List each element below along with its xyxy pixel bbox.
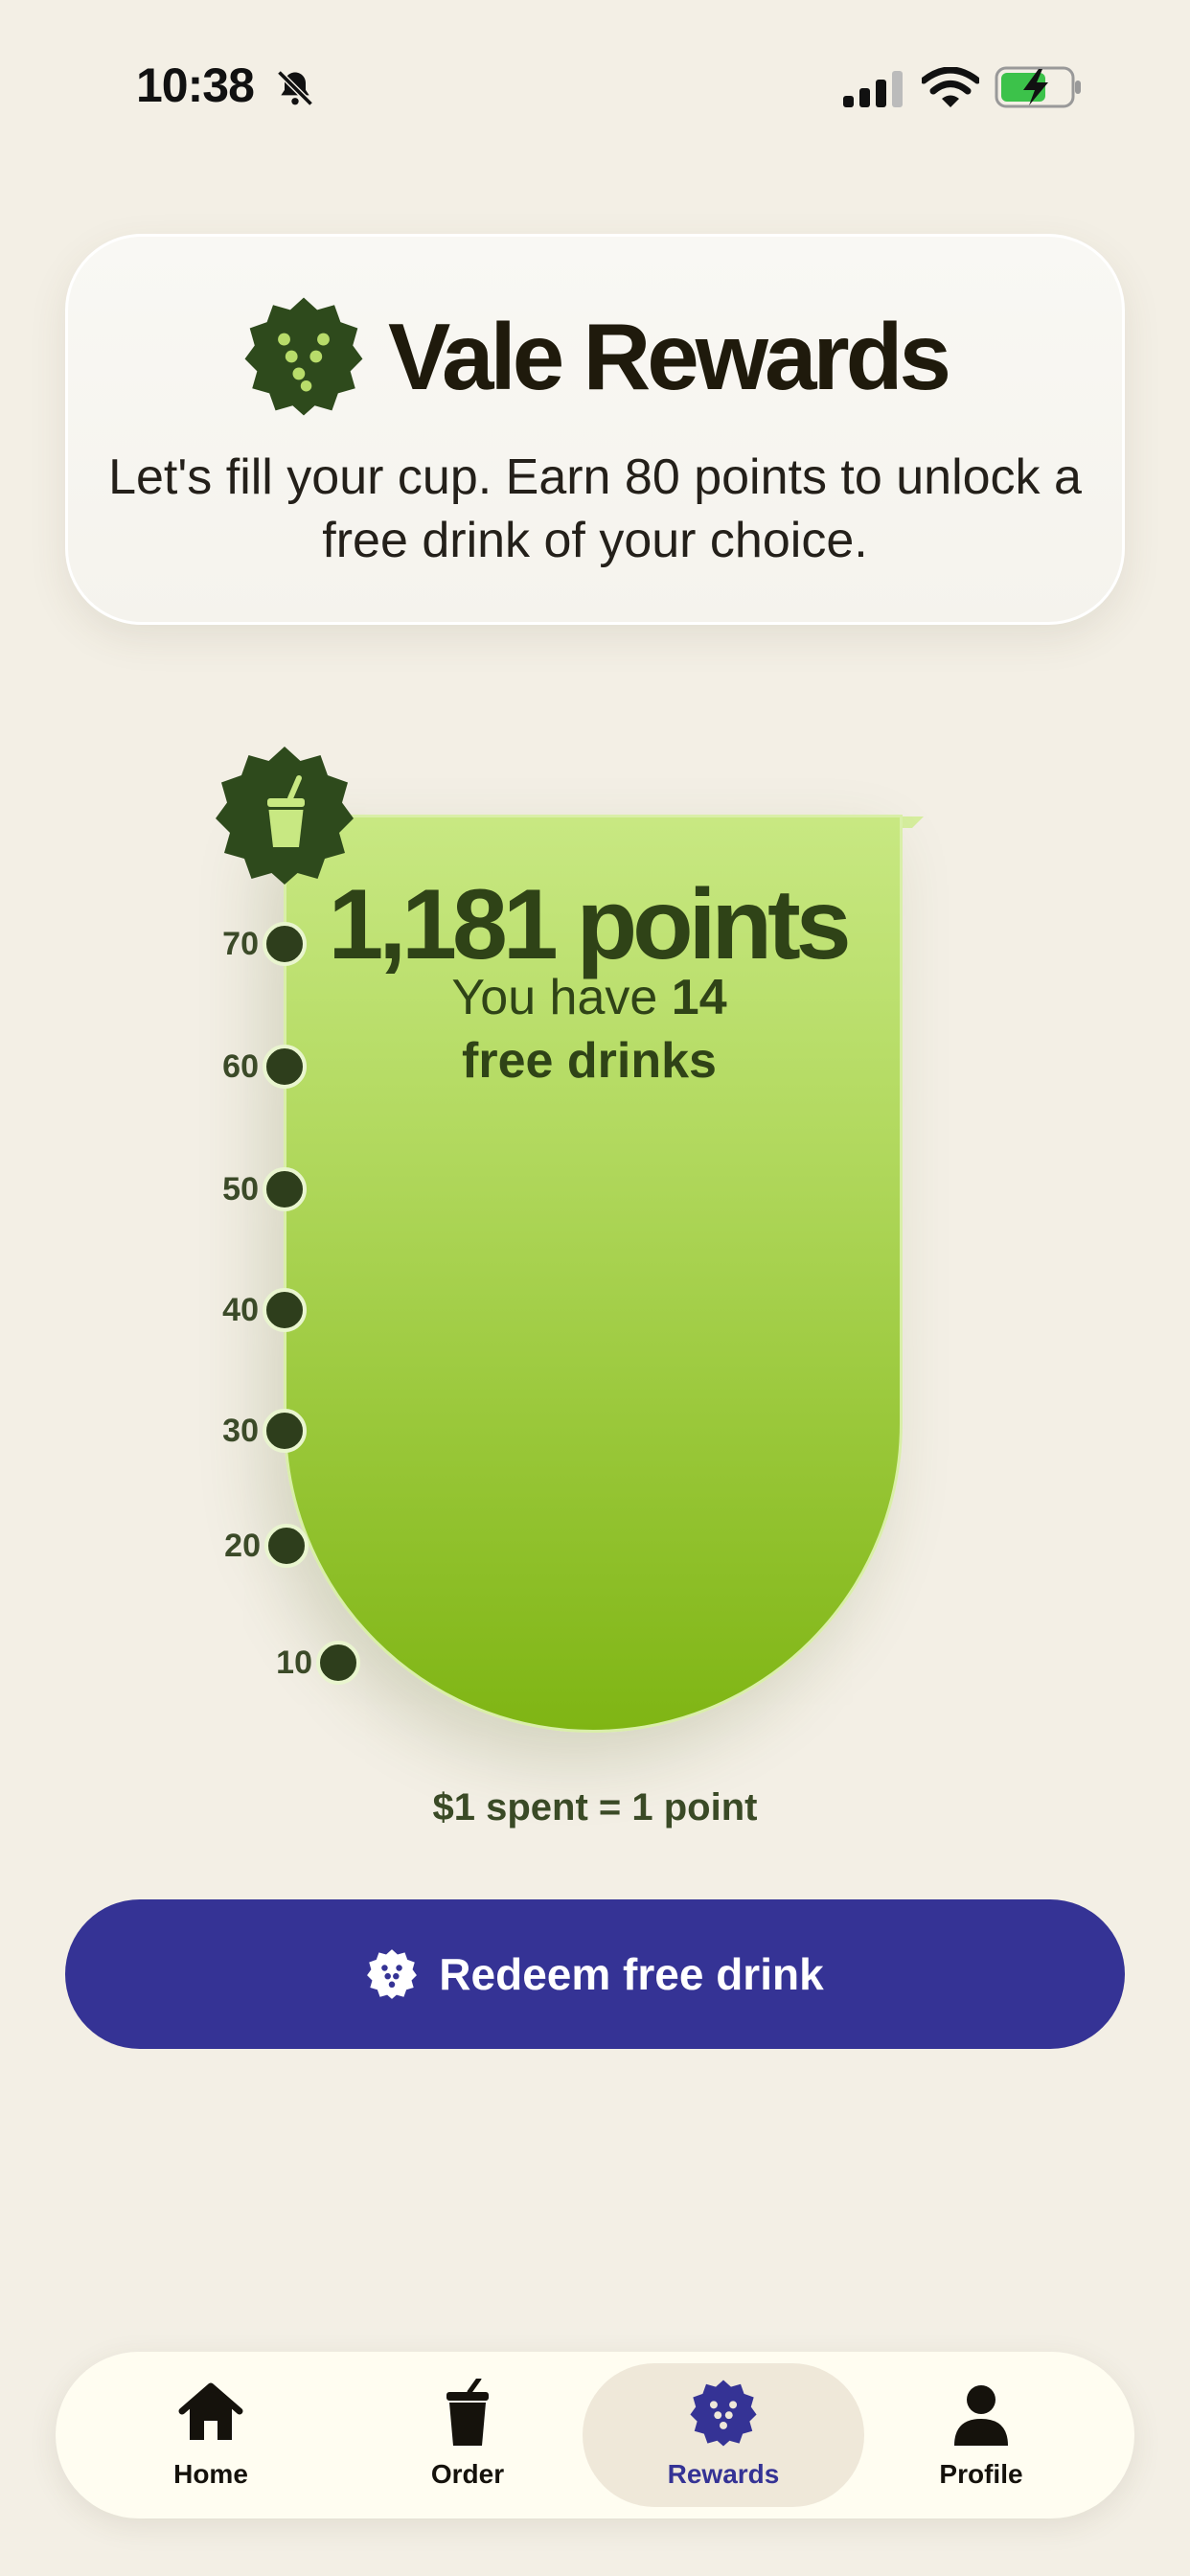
progress-tick: 40: [153, 1288, 307, 1334]
home-icon: [178, 2382, 243, 2440]
nav-label-order: Order: [430, 2459, 505, 2489]
free-drinks-count: 14: [671, 970, 727, 1025]
progress-tick-dot: [263, 922, 307, 966]
redeem-button-label: Redeem free drink: [439, 1949, 824, 1999]
nav-item-home[interactable]: Home: [77, 2352, 345, 2518]
rewards-cup-progress: 1,181 points You have 14 free drinks 70 6…: [0, 728, 1190, 1828]
status-time: 10:38: [136, 58, 255, 112]
earn-rule: $1 spent = 1 point: [432, 1786, 758, 1828]
drink-badge-icon: [216, 747, 354, 885]
progress-tick-dot: [263, 1288, 307, 1332]
free-drinks-prefix: You have: [451, 970, 658, 1025]
progress-tick-label: 60: [222, 1048, 259, 1085]
rewards-tagline: Let's fill your cup. Earn 80 points to u…: [108, 449, 1082, 568]
progress-tick-dot: [263, 1167, 307, 1211]
vale-logo-badge-icon: [244, 297, 363, 416]
person-icon: [954, 2385, 1008, 2446]
nav-label-profile: Profile: [939, 2459, 1023, 2489]
status-bar: 10:38: [0, 0, 1190, 172]
rewards-badge-icon: [367, 1949, 418, 1999]
brand-row: Vale Rewards: [68, 294, 1122, 419]
rewards-header-card: Vale Rewards Let's fill your cup. Earn 8…: [65, 234, 1125, 625]
battery-charging-icon: [995, 66, 1081, 108]
progress-tick: 30: [153, 1409, 307, 1455]
progress-tick-dot: [264, 1524, 309, 1568]
progress-tick-dot: [316, 1641, 360, 1685]
cup-icon: [446, 2379, 489, 2446]
rewards-title: Vale Rewards: [388, 303, 951, 409]
wifi-icon: [922, 67, 979, 107]
progress-tick-label: 50: [222, 1171, 259, 1208]
progress-tick: 50: [153, 1167, 307, 1213]
progress-tick-label: 30: [222, 1413, 259, 1449]
progress-tick: 20: [155, 1524, 309, 1570]
progress-tick-label: 20: [224, 1528, 261, 1564]
redeem-free-drink-button[interactable]: Redeem free drink: [65, 1899, 1125, 2049]
cellular-signal-icon: [843, 71, 903, 107]
progress-tick: 10: [207, 1641, 360, 1687]
nav-label-home: Home: [173, 2459, 248, 2489]
progress-tick-dot: [263, 1045, 307, 1089]
nav-item-profile[interactable]: Profile: [847, 2352, 1115, 2518]
bottom-nav: Home Order Rewards Profile: [56, 2352, 1134, 2518]
nav-item-order[interactable]: Order: [333, 2352, 602, 2518]
progress-tick-dot: [263, 1409, 307, 1453]
free-drinks-summary: You have 14 free drinks: [355, 966, 824, 1092]
progress-tick-label: 10: [276, 1644, 312, 1681]
nav-label-rewards: Rewards: [667, 2459, 780, 2489]
nav-item-rewards[interactable]: Rewards: [583, 2363, 864, 2507]
rewards-badge-icon: [690, 2380, 757, 2447]
bell-muted-icon: [277, 70, 313, 106]
progress-tick-label: 40: [222, 1292, 259, 1328]
progress-tick: 70: [153, 922, 307, 968]
free-drinks-suffix: free drinks: [462, 1033, 717, 1089]
progress-tick-label: 70: [222, 926, 259, 962]
progress-tick: 60: [153, 1045, 307, 1091]
